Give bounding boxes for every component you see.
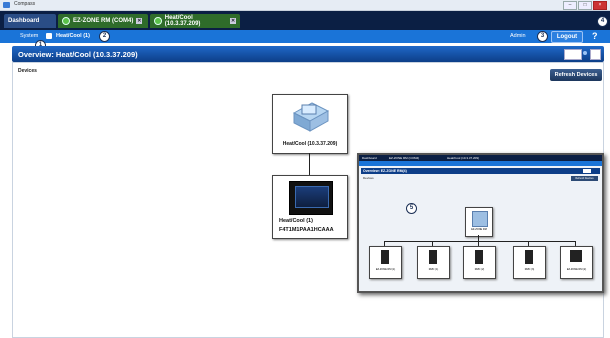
tab-label: Dashboard (8, 18, 40, 24)
inset-module-card: EZ-ZONE RM (1) (369, 246, 402, 279)
separator-dot-icon (583, 51, 587, 55)
inset-module-icon (381, 250, 389, 264)
tab-label: Heat/Cool (10.3.37.209) (164, 15, 201, 27)
inset-bus-line (384, 241, 576, 242)
inset-module-label: EZ-ZONE RM (2) (566, 268, 587, 271)
network-controller-icon (292, 102, 330, 132)
inset-module-icon (475, 250, 483, 264)
inset-module-label: RMC (1) (428, 268, 439, 271)
inset-tab: EZ-ZONE RM (COM4) (389, 156, 420, 160)
controller-card[interactable]: Heat/Cool (10.3.37.209) (272, 94, 348, 154)
inset-module-card: RMC (2) (463, 246, 496, 279)
window-titlebar: Compass – □ × (0, 0, 610, 11)
tab-close-icon[interactable]: ✕ (136, 18, 143, 24)
connected-icon (154, 17, 162, 25)
callout-badge: 5 (406, 203, 417, 214)
tab-close-icon[interactable]: ✕ (230, 18, 236, 24)
inset-module-card: RMC (3) (513, 246, 546, 279)
minimize-icon[interactable]: – (563, 1, 577, 10)
tab-heat-cool[interactable]: Heat/Cool (10.3.37.209) ✕ (150, 14, 240, 28)
system-link[interactable]: System (20, 33, 38, 39)
inset-tab: Heat/Cool (10.3.37.209) (447, 156, 480, 160)
close-icon[interactable]: × (593, 1, 607, 10)
inset-title: Overview: EZ-ZONE RM(4) (363, 169, 407, 173)
window-controls: – □ × (563, 1, 607, 10)
device-icon (46, 33, 52, 39)
inset-view-toggle-icon (583, 169, 591, 173)
f4t-panel-icon (289, 181, 333, 215)
callout-badge: 4 (597, 16, 608, 27)
inset-module-label: RMC (3) (524, 268, 535, 271)
inset-module-card: EZ-ZONE RM (2) (560, 246, 593, 279)
breadcrumb-device[interactable]: Heat/Cool (1) (56, 33, 90, 39)
inset-module-label: RMC (2) (474, 268, 485, 271)
help-icon[interactable]: ? (592, 31, 598, 41)
inset-module-label: EZ-ZONE RM (1) (375, 268, 396, 271)
tab-dashboard[interactable]: Dashboard (4, 14, 56, 28)
tab-ez-zone[interactable]: EZ-ZONE RM (COM4) ✕ (58, 14, 148, 28)
panel-device-card[interactable]: Heat/Cool (1) F4T1M1PAA1HCAAA (272, 175, 348, 239)
section-label: Devices (18, 68, 37, 74)
maximize-icon[interactable]: □ (578, 1, 592, 10)
user-label: Admin (510, 33, 526, 39)
inset-module-icon (570, 250, 582, 262)
inset-screenshot: Dashboard EZ-ZONE RM (COM4) Heat/Cool (1… (357, 153, 604, 293)
tab-label: EZ-ZONE RM (COM4) (73, 18, 134, 24)
callout-badge: 2 (99, 31, 110, 42)
logout-button[interactable]: Logout (551, 31, 583, 43)
inset-module-card: RMC (1) (417, 246, 450, 279)
connector-line (309, 153, 310, 175)
window-icon[interactable] (590, 49, 601, 60)
inset-tab: Dashboard (362, 156, 377, 160)
tab-bar: Dashboard EZ-ZONE RM (COM4) ✕ Heat/Cool … (0, 11, 610, 30)
connected-icon (62, 17, 70, 25)
page-title: Overview: Heat/Cool (10.3.37.209) (18, 50, 138, 59)
controller-label: Heat/Cool (10.3.37.209) (282, 141, 338, 147)
inset-nav-bar (359, 161, 602, 166)
inset-header: Overview: EZ-ZONE RM(4) (361, 168, 600, 174)
device-name: Heat/Cool (1) (279, 218, 313, 224)
nav-bar: System Heat/Cool (1) 2 Admin 3 ? (0, 30, 610, 43)
callout-badge: 3 (537, 31, 548, 42)
inset-section-label: Devices (363, 176, 374, 180)
inset-module-icon (429, 250, 437, 264)
refresh-devices-button[interactable]: Refresh Devices (550, 69, 602, 81)
view-toggle-icon[interactable] (564, 49, 582, 60)
inset-hub-card: EZ-ZONE RM (465, 207, 493, 237)
app-icon (3, 2, 10, 8)
inset-network-icon (472, 211, 488, 227)
overview-header: Overview: Heat/Cool (10.3.37.209) (12, 46, 604, 62)
device-model: F4T1M1PAA1HCAAA (279, 227, 334, 233)
inset-hub-label: EZ-ZONE RM (471, 228, 487, 231)
inset-refresh-button: Refresh Devices (571, 176, 598, 181)
window-title: Compass (14, 1, 36, 7)
inset-module-icon (525, 250, 533, 264)
